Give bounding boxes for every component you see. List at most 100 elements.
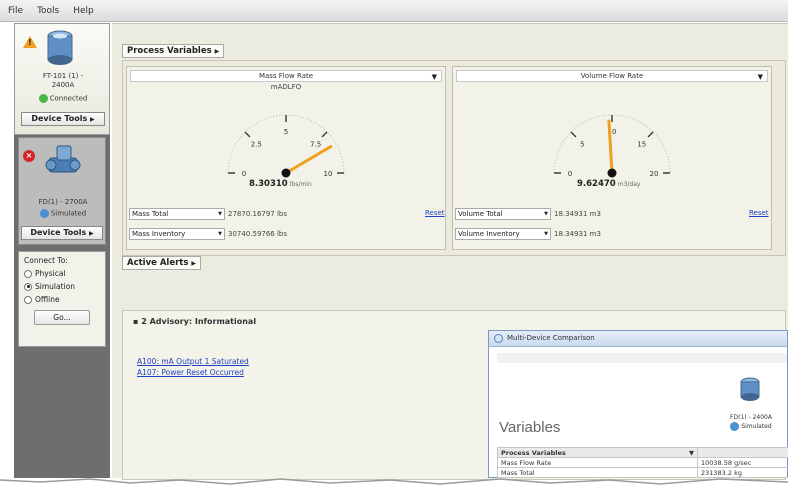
- device1-name-line1: FT-101 (1) -: [42, 72, 84, 80]
- device1-status-label: Connected: [49, 94, 88, 103]
- popup-device-status: Simulated: [741, 423, 772, 430]
- alert-link-a107[interactable]: A107: Power Reset Occurred: [137, 368, 244, 377]
- radio-simulation-indicator[interactable]: [24, 282, 32, 291]
- mass-flow-gauge-hub: [281, 168, 291, 178]
- device-flowmeter-icon: [45, 145, 81, 173]
- mass-inventory-select-label: Mass Inventory: [132, 230, 186, 238]
- radio-physical[interactable]: Physical: [24, 269, 100, 278]
- device-tools-label-2: Device Tools: [30, 228, 87, 237]
- device-tools-button[interactable]: Device Tools: [21, 112, 105, 126]
- active-alerts-header[interactable]: Active Alerts: [122, 256, 202, 270]
- device1-status: Connected: [15, 94, 111, 104]
- menu-help[interactable]: Help: [73, 6, 94, 16]
- volume-inventory-value: 18.34931 m3: [554, 230, 601, 238]
- mass-flow-value-readout: 8.30310 lbs/min: [249, 179, 312, 189]
- volume-total-select-label: Volume Total: [458, 210, 503, 218]
- mass-flow-value-unit: lbs/min: [289, 181, 312, 188]
- radio-simulation-label: Simulation: [35, 282, 75, 291]
- volume-flow-gauge-hub: [607, 168, 617, 178]
- mass-flow-gauge: 0 2.5 5 7.5 10: [227, 114, 345, 178]
- volume-inventory-select[interactable]: Volume Inventory: [455, 228, 551, 240]
- device2-name: FD(1) - 2700A: [38, 198, 88, 206]
- mass-flow-gauge-arc: [227, 114, 345, 174]
- table-header-label: Process Variables: [501, 448, 566, 457]
- process-variables-header[interactable]: Process Variables: [122, 44, 225, 58]
- table-header-cell: Process Variables ▼: [497, 447, 698, 458]
- mass-flow-gauge-panel: Mass Flow Rate ▼ mADLFO 0 2.5 5 7.5 10 8.303…: [126, 66, 446, 250]
- menu-tools[interactable]: Tools: [37, 6, 59, 16]
- volume-reset-link[interactable]: Reset: [749, 209, 769, 217]
- active-alerts-title: Active Alerts: [127, 258, 189, 268]
- mass-flow-tick-label: 2.5: [251, 140, 262, 148]
- device-sidebar: FT-101 (1) - 2400A Connected Device Tool…: [14, 23, 110, 478]
- device2-status: Simulated: [19, 209, 107, 219]
- process-variables-title: Process Variables: [127, 46, 212, 56]
- multi-device-comparison-window[interactable]: Multi-Device Comparison FD(1) - 2400A Si…: [488, 330, 788, 478]
- chevron-down-icon: ▼: [431, 73, 437, 81]
- volume-flow-tick: [570, 131, 577, 138]
- volume-flow-selector[interactable]: Volume Flow Rate ▼: [456, 70, 768, 82]
- volume-flow-value-readout: 9.62470 m3/day: [577, 179, 640, 189]
- popup-variables-heading: Variables: [499, 419, 561, 436]
- volume-flow-value: 9.62470: [577, 179, 616, 189]
- volume-flow-value-unit: m3/day: [617, 181, 641, 188]
- volume-total-value: 18.34931 m3: [554, 210, 601, 218]
- popup-device-label: FD(1) - 2400A Simulated: [719, 413, 783, 431]
- mass-flow-value: 8.30310: [249, 179, 288, 189]
- device-tools-button-2[interactable]: Device Tools: [21, 226, 103, 240]
- advisory-group-label: 2 Advisory: Informational: [141, 317, 257, 326]
- table-header-row[interactable]: Process Variables ▼: [497, 447, 788, 458]
- device1-name-line2: 2400A: [51, 81, 75, 89]
- chevron-down-icon: ▼: [757, 73, 763, 81]
- mass-flow-header: Mass Flow Rate: [258, 72, 314, 80]
- popup-title: Multi-Device Comparison: [507, 334, 595, 342]
- mass-flow-tick-label: 10: [324, 170, 333, 178]
- mass-flow-unit: mADLFO: [270, 83, 302, 91]
- alert-link-a100[interactable]: A100: mA Output 1 Saturated: [137, 357, 249, 366]
- mass-reset-link[interactable]: Reset: [425, 209, 445, 217]
- chevron-down-icon: ▼: [689, 448, 694, 457]
- warning-icon: [23, 36, 37, 48]
- mass-total-select-label: Mass Total: [132, 210, 169, 218]
- volume-inventory-row: Volume Inventory 18.34931 m3: [455, 228, 601, 240]
- menu-bar: File Tools Help: [0, 0, 788, 22]
- volume-total-select[interactable]: Volume Total: [455, 208, 551, 220]
- volume-flow-tick-label: 15: [637, 140, 646, 148]
- radio-offline[interactable]: Offline: [24, 295, 100, 304]
- mass-total-value: 27870.16797 lbs: [228, 210, 288, 218]
- menu-file[interactable]: File: [8, 6, 23, 16]
- device2-status-label: Simulated: [50, 209, 87, 218]
- radio-physical-label: Physical: [35, 269, 66, 278]
- device-card-connected[interactable]: FT-101 (1) - 2400A Connected Device Tool…: [14, 23, 110, 135]
- connect-title: Connect To:: [24, 256, 68, 265]
- mass-total-select[interactable]: Mass Total: [129, 208, 225, 220]
- radio-offline-label: Offline: [35, 295, 60, 304]
- volume-flow-tick-label: 5: [580, 140, 584, 148]
- popup-title-bar[interactable]: Multi-Device Comparison: [489, 331, 787, 347]
- mass-flow-selector[interactable]: Mass Flow Rate ▼: [130, 70, 442, 82]
- popup-toolbar: [497, 353, 787, 363]
- mass-total-row: Mass Total 27870.16797 lbs: [129, 208, 287, 220]
- mass-flow-tick-label: 5: [284, 128, 288, 136]
- advisory-group-header[interactable]: ▪ 2 Advisory: Informational: [133, 317, 256, 326]
- radio-offline-indicator[interactable]: [24, 295, 32, 304]
- popup-device-name: FD(1) - 2400A: [730, 414, 772, 421]
- volume-flow-gauge-panel: Volume Flow Rate ▼ 0 5 10 15 20 9.62470 m3/da…: [452, 66, 772, 250]
- volume-total-row: Volume Total 18.34931 m3: [455, 208, 601, 220]
- volume-flow-gauge: 05101520: [553, 114, 671, 178]
- simulated-icon: [39, 209, 49, 218]
- volume-flow-tick-label: 20: [650, 170, 659, 178]
- radio-simulation[interactable]: Simulation: [24, 282, 100, 291]
- device-transmitter-icon: [47, 30, 73, 65]
- go-button[interactable]: Go...: [34, 310, 90, 325]
- device1-name: FT-101 (1) - 2400A: [15, 72, 111, 90]
- simulated-icon: [730, 422, 740, 431]
- mass-inventory-value: 30740.59766 lbs: [228, 230, 288, 238]
- radio-physical-indicator[interactable]: [24, 269, 32, 278]
- volume-inventory-select-label: Volume Inventory: [458, 230, 520, 238]
- table-row: Mass Flow Rate 10038.58 g/sec: [497, 457, 788, 468]
- device-card-simulated[interactable]: × FD(1) - 2700A Simulated Device Tools: [18, 137, 106, 245]
- app-icon: [494, 334, 503, 343]
- mass-inventory-select[interactable]: Mass Inventory: [129, 228, 225, 240]
- popup-variables-table: Process Variables ▼ Mass Flow Rate 10038.…: [497, 447, 788, 478]
